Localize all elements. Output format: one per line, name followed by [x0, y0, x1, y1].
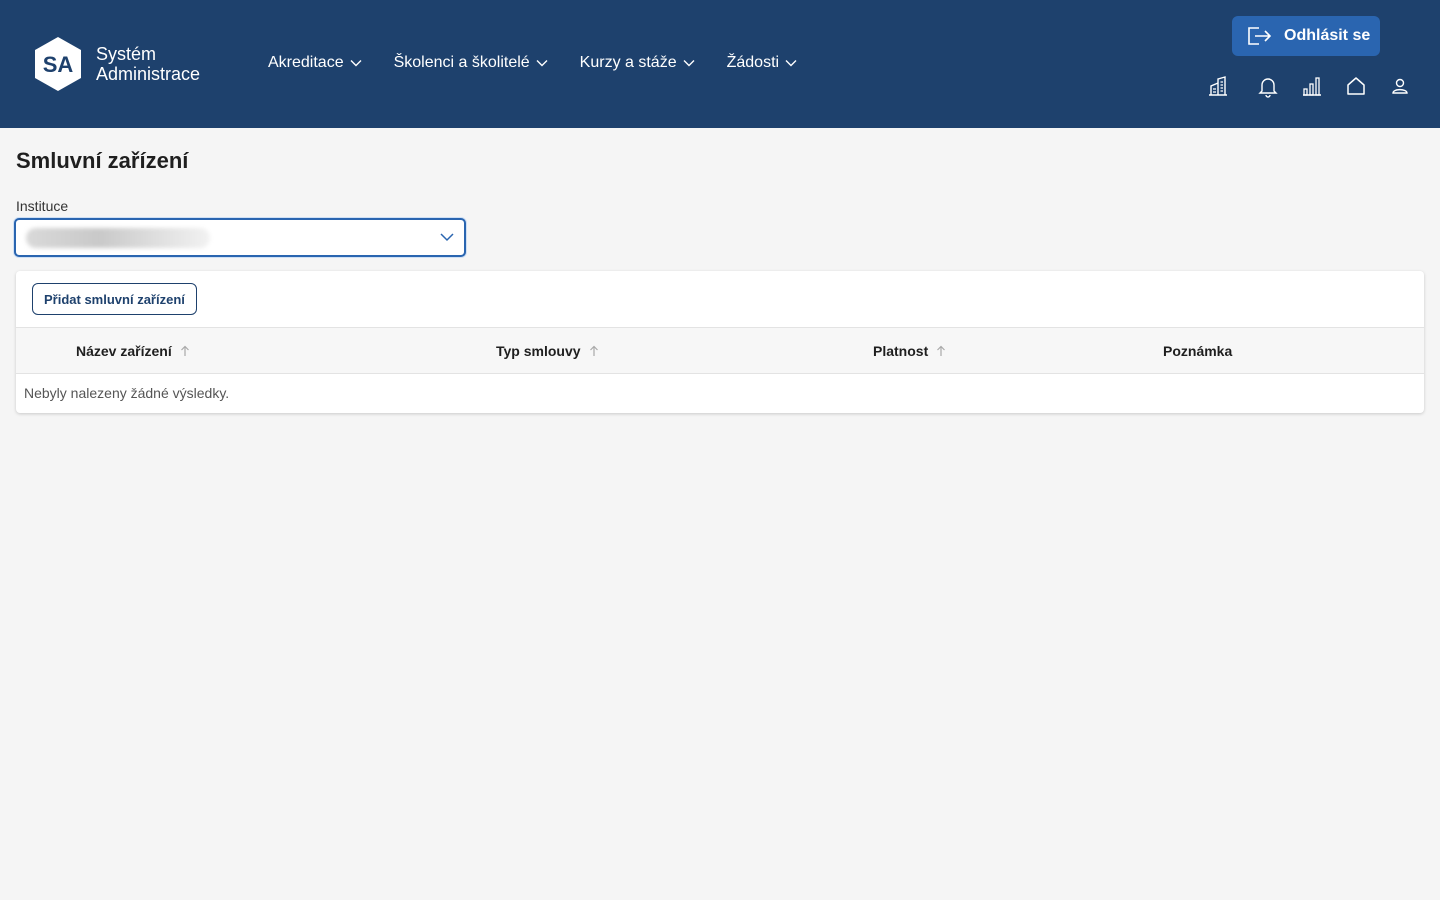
- column-header-contract-type[interactable]: Typ smlouvy: [496, 343, 599, 359]
- bell-icon[interactable]: [1256, 74, 1280, 98]
- nav-item-label: Kurzy a stáže: [579, 54, 677, 71]
- logout-button[interactable]: Odhlásit se: [1232, 16, 1380, 56]
- column-header-name[interactable]: Název zařízení: [76, 343, 190, 359]
- nav-item-label: Žádosti: [726, 54, 780, 71]
- column-header-label: Typ smlouvy: [496, 343, 581, 359]
- chevron-down-icon: [350, 60, 362, 67]
- add-facility-button[interactable]: Přidat smluvní zařízení: [32, 283, 197, 315]
- column-header-label: Poznámka: [1163, 343, 1233, 359]
- brand-name[interactable]: Systém Administrace: [96, 44, 200, 84]
- logout-icon: [1248, 27, 1272, 45]
- institution-select[interactable]: [14, 218, 466, 257]
- sort-arrow-icon: [937, 345, 946, 356]
- column-header-label: Platnost: [873, 343, 929, 359]
- sort-arrow-icon: [589, 345, 598, 356]
- sort-arrow-icon: [180, 345, 189, 356]
- home-icon[interactable]: [1344, 74, 1368, 98]
- nav-item-label: Akreditace: [268, 54, 344, 71]
- main-nav: Akreditace Školenci a školitelé Kurzy a …: [268, 52, 797, 74]
- chevron-down-icon: [536, 60, 548, 67]
- table-header: Název zařízení Typ smlouvy Platnost Pozn…: [16, 327, 1424, 374]
- logo-text: SA: [43, 52, 74, 77]
- top-header: SA Systém Administrace Akreditace Školen…: [0, 0, 1440, 128]
- chevron-down-icon: [683, 60, 695, 67]
- logout-label: Odhlásit se: [1284, 27, 1371, 44]
- institution-value-redacted: [26, 228, 210, 248]
- empty-results-message: Nebyly nalezeny žádné výsledky.: [24, 385, 230, 401]
- brand-line-2: Administrace: [96, 64, 201, 84]
- user-icon[interactable]: [1388, 74, 1412, 98]
- column-header-label: Název zařízení: [76, 343, 172, 359]
- chevron-down-icon: [440, 233, 454, 242]
- building-icon[interactable]: [1206, 74, 1230, 98]
- nav-item-label: Školenci a školitelé: [393, 54, 530, 71]
- page-title: Smluvní zařízení: [16, 148, 189, 173]
- column-header-validity[interactable]: Platnost: [873, 343, 946, 359]
- chevron-down-icon: [785, 60, 797, 67]
- institution-label: Instituce: [16, 198, 69, 214]
- nav-item-zadosti[interactable]: Žádosti: [727, 52, 797, 74]
- brand-line-1: Systém: [96, 44, 157, 64]
- results-card: Přidat smluvní zařízení Název zařízení T…: [16, 271, 1424, 413]
- logo[interactable]: SA: [34, 36, 82, 92]
- column-header-note: Poznámka: [1163, 343, 1232, 359]
- nav-item-skolenci[interactable]: Školenci a školitelé: [394, 52, 548, 74]
- nav-item-kurzy[interactable]: Kurzy a stáže: [580, 52, 695, 74]
- nav-item-akreditace[interactable]: Akreditace: [268, 52, 362, 74]
- bar-chart-icon[interactable]: [1300, 74, 1324, 98]
